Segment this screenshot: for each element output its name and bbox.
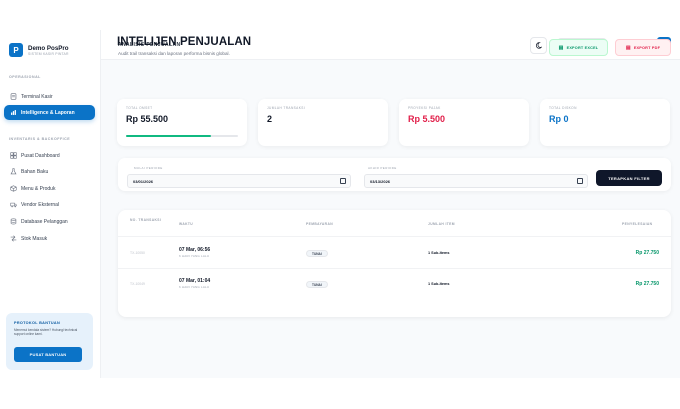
export-excel-button[interactable]: ▤ EXPORT EXCEL [549,39,608,56]
sidebar-item-terminal-kasir[interactable]: Terminal Kasir [4,89,95,104]
cell-time-ago: 6 HARI YANG LALU [179,285,210,289]
sidebar: P Demo PosPro SISTEM KASIR PINTAR OPERAS… [0,30,101,378]
page-title: INTELIJEN PENJUALAN [117,36,252,48]
col-header-penyelesaian: PENYELESAIAN [622,222,653,226]
stat-card-total-diskon: TOTAL DISKON Rp 0 [540,99,670,146]
export-pdf-label: EXPORT PDF [633,45,661,50]
file-pdf-icon: ▤ [625,44,631,51]
transactions-table [118,210,671,317]
sidebar-item-menu-produk[interactable]: Menu & Produk [4,181,95,196]
cell-transaction-id: TX-10049 [130,282,145,286]
nav-section-inventaris: INVENTARIS & BACKOFFICE [9,137,71,141]
sidebar-item-database-pelanggan[interactable]: Database Pelanggan [4,214,95,229]
sidebar-item-label: Bahan Baku [21,168,49,175]
sidebar-item-vendor-eksternal[interactable]: Vendor Eksternal [4,197,95,212]
start-period-label: MULAI PERIODE [134,166,163,170]
payment-badge: TUNAI [306,250,328,257]
col-header-no-transaksi: NO. TRANSAKSI [130,218,162,222]
sidebar-item-label: Vendor Eksternal [21,201,60,208]
sidebar-item-stok-masuk[interactable]: Stok Masuk [4,231,95,246]
brand[interactable]: P Demo PosPro SISTEM KASIR PINTAR [9,43,69,57]
stock-in-icon [9,235,17,243]
report-icon [9,109,17,117]
table-divider [118,268,671,269]
file-excel-icon: ▤ [558,44,564,51]
sidebar-item-bahan-baku[interactable]: Bahan Baku [4,164,95,179]
help-text: Menemui kendala sistem? Hubungi technica… [14,328,78,337]
calendar-icon[interactable] [577,178,583,184]
brand-name: Demo PosPro [28,44,69,52]
sidebar-item-label: Intelligence & Laporan [21,109,75,116]
help-panel: PROTOKOL BANTUAN Menemui kendala sistem?… [6,313,93,370]
stat-card-label: TOTAL OMSET [126,106,153,110]
moon-icon [536,42,542,49]
stat-card-label: JUMLAH TRANSAKSI [267,106,306,110]
box-icon [9,185,17,193]
start-date-value: 03/01/2026 [133,178,154,184]
cell-total: Rp 27.750 [635,281,659,287]
sidebar-item-pusat-dashboard[interactable]: Pusat Dashboard [4,148,95,163]
nav-section-operasional: OPERASIONAL [9,75,41,79]
flask-icon [9,168,17,176]
theme-toggle-button[interactable] [530,37,547,54]
cell-total: Rp 27.750 [635,250,659,256]
cell-time: 07 Mar, 01:04 [179,278,211,284]
sidebar-item-intelligence-laporan[interactable]: Intelligence & Laporan [4,105,95,120]
stat-card-total-omset: TOTAL OMSET Rp 55.500 [117,99,247,146]
cell-time: 07 Mar, 06:56 [179,247,211,253]
end-period-label: AKHIR PERIODE [368,166,397,170]
stat-card-value: Rp 5.500 [408,114,446,124]
payment-badge: TUNAI [306,281,328,288]
sidebar-item-label: Terminal Kasir [21,93,53,100]
stat-card-proyeksi-pajak: PROYEKSI PAJAK Rp 5.500 [399,99,529,146]
end-date-input[interactable]: 03/13/2026 [364,174,588,188]
stat-card-value: Rp 0 [549,114,569,124]
stat-card-value: 2 [267,114,273,124]
terminal-icon [9,93,17,101]
calendar-icon[interactable] [340,178,346,184]
cell-transaction-id: TX-10050 [130,251,145,255]
col-header-waktu: WAKTU [179,222,194,226]
col-header-jumlah-item: JUMLAH ITEM [428,222,455,226]
database-icon [9,218,17,226]
brand-subtitle: SISTEM KASIR PINTAR [28,51,69,56]
stat-card-label: TOTAL DISKON [549,106,577,110]
help-title: PROTOKOL BANTUAN [14,321,61,325]
table-divider [118,236,671,237]
stat-card-value: Rp 55.500 [126,114,169,124]
cell-time-ago: 6 HARI YANG LALU [179,254,210,258]
export-excel-label: EXPORT EXCEL [566,45,599,50]
col-header-pembayaran: PEMBAYARAN [306,222,334,226]
sidebar-item-label: Stok Masuk [21,235,48,242]
omset-progress-fill [126,135,212,137]
cell-item-count: 1 Sub-Items [428,251,450,255]
export-pdf-button[interactable]: ▤ EXPORT PDF [615,39,671,56]
help-center-button[interactable]: PUSAT BANTUAN [14,347,82,362]
brand-logo: P [9,43,23,57]
vendor-icon [9,201,17,209]
dashboard-icon [9,152,17,160]
start-date-input[interactable]: 03/01/2026 [127,174,351,188]
page-subtitle: Audit trail transaksi dan laporan perfor… [118,51,230,56]
end-date-value: 03/13/2026 [370,178,391,184]
omset-progress-bar [126,135,238,137]
sidebar-item-label: Database Pelanggan [21,218,68,225]
app-window: P Demo PosPro SISTEM KASIR PINTAR OPERAS… [0,30,680,378]
sidebar-item-label: Menu & Produk [21,185,56,192]
stat-card-label: PROYEKSI PAJAK [408,106,441,110]
apply-filter-button[interactable]: TERAPKAN FILTER [596,170,662,186]
sidebar-item-label: Pusat Dashboard [21,152,60,159]
stat-card-jumlah-transaksi: JUMLAH TRANSAKSI 2 [258,99,388,146]
cell-item-count: 1 Sub-Items [428,282,450,286]
